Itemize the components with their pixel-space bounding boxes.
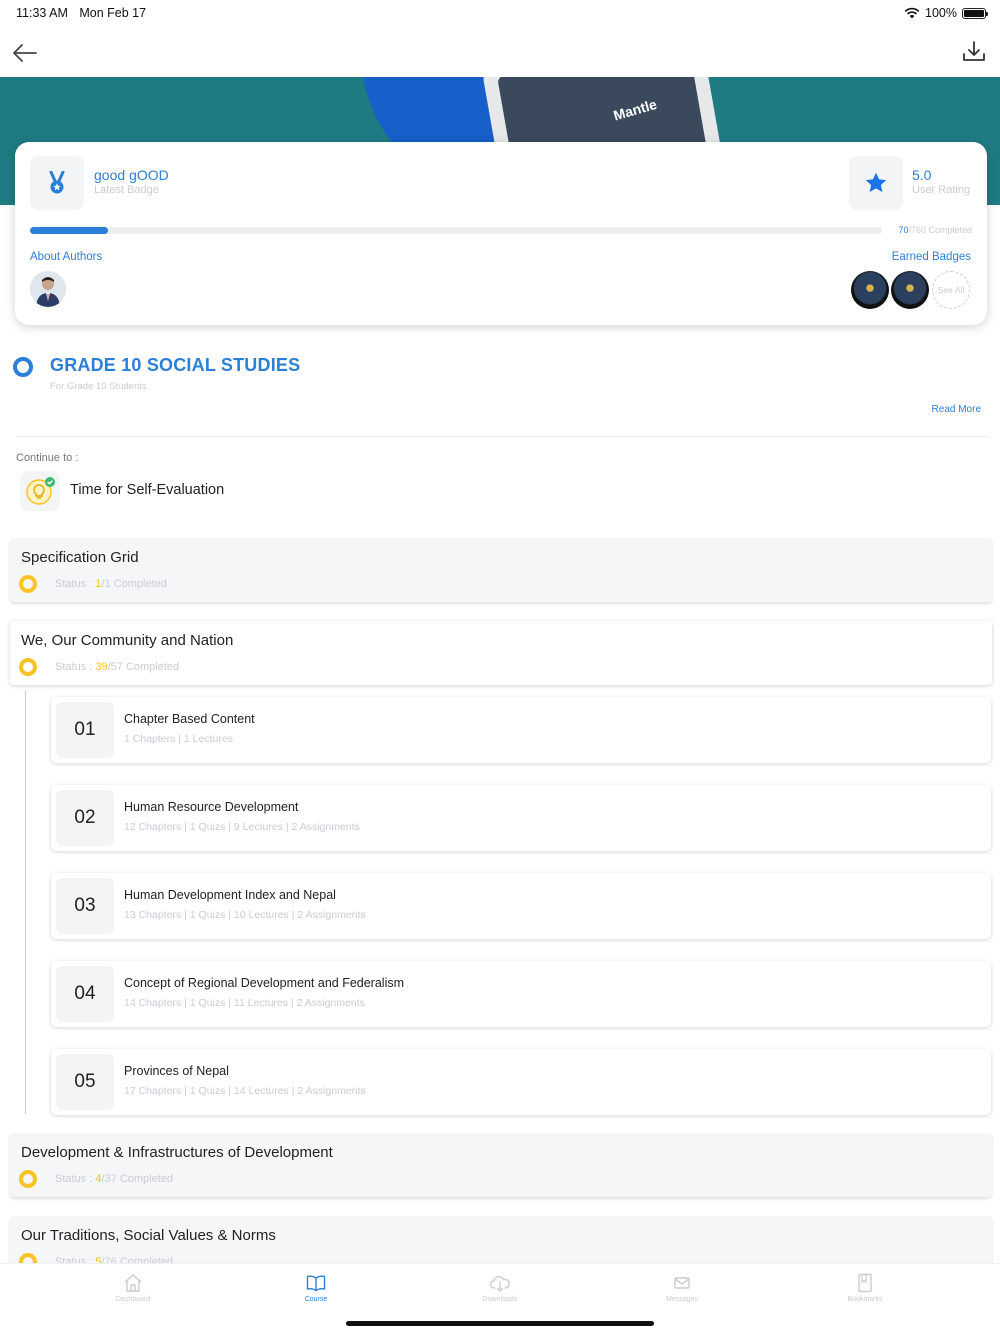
status-bar: 11:33 AM Mon Feb 17 100%	[0, 0, 1000, 26]
status-date: Mon Feb 17	[79, 6, 147, 20]
unit-title: We, Our Community and Nation	[21, 632, 234, 649]
status-right: 100%	[904, 6, 988, 20]
unit-title: Our Traditions, Social Values & Norms	[21, 1227, 276, 1244]
continue-item-icon[interactable]	[20, 471, 60, 511]
chapter-title: Human Development Index and Nepal	[124, 888, 336, 902]
user-rating-box[interactable]	[849, 156, 903, 210]
unit-status: Status : 1/1 Completed	[55, 578, 167, 590]
earned-badges-link[interactable]: Earned Badges	[892, 251, 971, 263]
unit-title: Development & Infrastructures of Develop…	[21, 1144, 333, 1161]
see-all-badges-button[interactable]: See All	[932, 271, 970, 309]
chapter-number: 03	[56, 878, 114, 934]
latest-badge-box[interactable]	[30, 156, 84, 210]
tab-label: Course	[304, 1296, 328, 1303]
hero-word: Mantle	[611, 95, 659, 124]
chapter-tree-line	[25, 690, 26, 1114]
course-progress-text: 70/760 Completed	[898, 225, 972, 235]
divider	[16, 436, 987, 437]
unit-status-ring-icon	[19, 1170, 37, 1188]
chapter-title: Human Resource Development	[124, 800, 299, 814]
chapter-meta: 13 Chapters | 1 Quizs | 10 Lectures | 2 …	[124, 909, 366, 921]
unit-card[interactable]: Development & Infrastructures of Develop…	[10, 1133, 992, 1197]
tab-course[interactable]: Course	[256, 1272, 376, 1303]
tab-bookmarks[interactable]: Bookmarks	[805, 1272, 925, 1303]
chapter-item[interactable]: 01 Chapter Based Content 1 Chapters | 1 …	[51, 697, 991, 763]
course-progress-fill	[30, 227, 109, 234]
unit-card[interactable]: Specification Grid Status : 1/1 Complete…	[10, 538, 992, 602]
tab-dashboard[interactable]: Dashboard	[73, 1272, 193, 1303]
chapter-number: 01	[56, 702, 114, 758]
user-rating-value: 5.0	[912, 167, 932, 183]
download-icon	[963, 41, 985, 61]
chapter-number: 04	[56, 966, 114, 1022]
chapter-meta: 17 Chapters | 1 Quizs | 14 Lectures | 2 …	[124, 1085, 366, 1097]
chapter-meta: 1 Chapters | 1 Lectures	[124, 733, 233, 745]
chapter-item[interactable]: 04 Concept of Regional Development and F…	[51, 961, 991, 1027]
course-progress-ring-icon	[13, 357, 33, 377]
cloud-download-icon	[489, 1275, 510, 1292]
earned-badge-1[interactable]	[851, 271, 889, 309]
status-time: 11:33 AM	[16, 6, 68, 20]
course-subtitle: For Grade 10 Students	[50, 381, 147, 392]
course-summary-card: good gOOD Latest Badge 5.0 User Rating 7…	[15, 142, 987, 325]
tab-label: Downloads	[482, 1296, 518, 1303]
unit-title: Specification Grid	[21, 549, 139, 566]
chapter-item[interactable]: 02 Human Resource Development 12 Chapter…	[51, 785, 991, 851]
bookmark-icon	[858, 1273, 872, 1293]
unit-status-ring-icon	[19, 658, 37, 676]
latest-badge-name: good gOOD	[94, 167, 169, 183]
read-more-link[interactable]: Read More	[932, 404, 981, 415]
continue-item-title[interactable]: Time for Self-Evaluation	[70, 482, 224, 498]
chapter-item[interactable]: 05 Provinces of Nepal 17 Chapters | 1 Qu…	[51, 1049, 991, 1115]
tab-messages[interactable]: Messages	[622, 1272, 742, 1303]
status-left: 11:33 AM Mon Feb 17	[16, 6, 154, 20]
chapter-item[interactable]: 03 Human Development Index and Nepal 13 …	[51, 873, 991, 939]
person-icon	[30, 271, 66, 307]
star-icon	[865, 172, 887, 192]
user-rating-label: User Rating	[912, 184, 971, 196]
battery-icon	[962, 7, 988, 19]
chapter-title: Provinces of Nepal	[124, 1064, 229, 1078]
back-button[interactable]	[10, 38, 40, 68]
wifi-icon	[904, 7, 920, 19]
medal-icon	[49, 171, 65, 194]
course-progress-bar	[30, 227, 882, 234]
home-indicator	[346, 1321, 654, 1326]
unit-card-expanded[interactable]: We, Our Community and Nation Status : 39…	[10, 621, 992, 685]
chapter-number: 02	[56, 790, 114, 846]
download-button[interactable]	[960, 38, 988, 66]
arrow-left-icon	[13, 44, 37, 62]
lightbulb-check-icon	[26, 477, 55, 505]
chapter-title: Concept of Regional Development and Fede…	[124, 976, 405, 990]
unit-status-ring-icon	[19, 575, 37, 593]
course-title: GRADE 10 SOCIAL STUDIES	[50, 355, 301, 375]
chapter-number: 05	[56, 1054, 114, 1110]
tab-label: Bookmarks	[847, 1296, 883, 1303]
tab-label: Dashboard	[115, 1296, 151, 1303]
unit-status: Status : 4/37 Completed	[55, 1173, 174, 1185]
author-avatar[interactable]	[30, 271, 66, 307]
nav-bar	[0, 30, 1000, 76]
battery-percent: 100%	[925, 6, 957, 20]
about-authors-link[interactable]: About Authors	[30, 251, 102, 263]
continue-label: Continue to :	[16, 452, 79, 464]
chapter-title: Chapter Based Content	[124, 712, 255, 726]
tab-label: Messages	[666, 1296, 698, 1303]
home-icon	[124, 1274, 142, 1292]
unit-status: Status : 39/57 Completed	[55, 661, 180, 673]
chapter-meta: 14 Chapters | 1 Quizs | 11 Lectures | 2 …	[124, 997, 365, 1009]
tab-downloads[interactable]: Downloads	[440, 1272, 560, 1303]
book-icon	[306, 1275, 326, 1292]
mail-icon	[674, 1277, 690, 1289]
latest-badge-label: Latest Badge	[94, 184, 159, 196]
earned-badge-2[interactable]	[891, 271, 929, 309]
chapter-meta: 12 Chapters | 1 Quizs | 9 Lectures | 2 A…	[124, 821, 360, 833]
